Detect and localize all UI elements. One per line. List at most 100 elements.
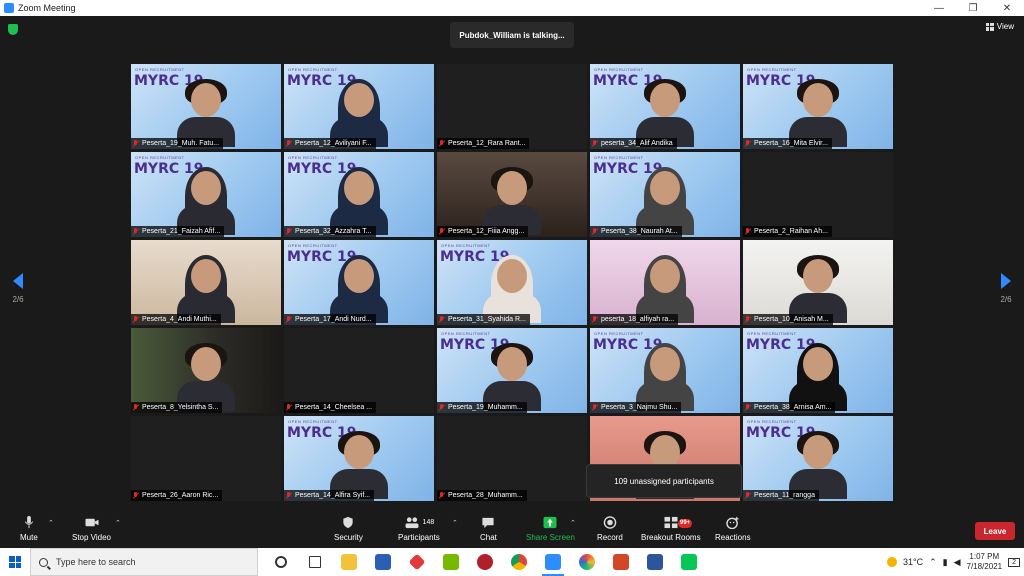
encryption-shield-icon[interactable] xyxy=(8,24,18,35)
chrome-icon[interactable] xyxy=(502,548,536,576)
participants-options-chevron-icon[interactable]: ⌃ xyxy=(452,519,458,527)
participant-name: Peserta_28_Muhamm... xyxy=(448,492,523,499)
leave-button[interactable]: Leave xyxy=(975,522,1015,540)
video-options-chevron-icon[interactable]: ⌃ xyxy=(115,519,121,527)
record-button[interactable]: Record xyxy=(597,516,623,542)
record-icon xyxy=(603,516,617,529)
participant-name: Peserta_19_Muhamm... xyxy=(448,404,523,411)
system-tray: 31°C ⌃ ▮ ◀ 1:07 PM 7/18/2021 2 xyxy=(886,552,1024,572)
tray-chevron-icon[interactable]: ⌃ xyxy=(929,557,937,568)
participant-video-tile[interactable]: Peserta_10_Anisah M... xyxy=(743,240,893,325)
participant-video-tile[interactable]: Peserta_32_Azzahra T... xyxy=(284,152,434,237)
participant-video-tile[interactable]: Peserta_14_Cheelsea ... xyxy=(284,328,434,413)
participant-video-tile[interactable]: Peserta_14_Alfira Syif... xyxy=(284,416,434,501)
mic-muted-icon xyxy=(286,140,292,147)
zoom-taskbar-icon[interactable] xyxy=(536,548,570,576)
participant-name: Peserta_8_Yelsintha S... xyxy=(142,404,219,411)
participant-video-tile[interactable]: Peserta_4_Andi Muthi... xyxy=(131,240,281,325)
participant-video-tile[interactable]: Peserta_38_Naurah At... xyxy=(590,152,740,237)
participant-video-tile[interactable]: Peserta_19_Muh. Fatu... xyxy=(131,64,281,149)
taskbar-apps xyxy=(264,548,706,576)
share-options-chevron-icon[interactable]: ⌃ xyxy=(570,519,576,527)
close-button[interactable]: ✕ xyxy=(990,3,1024,14)
grid-icon xyxy=(985,22,994,31)
line-icon[interactable] xyxy=(672,548,706,576)
participant-video-tile[interactable]: Peserta_38_Arnisa Am... xyxy=(743,328,893,413)
network-icon[interactable]: ▮ xyxy=(943,557,948,568)
powerpoint-icon[interactable] xyxy=(604,548,638,576)
mic-muted-icon xyxy=(745,140,751,147)
cortana-icon[interactable] xyxy=(264,548,298,576)
participant-video-tile[interactable]: Peserta_3_Najmu Shu... xyxy=(590,328,740,413)
participant-video-tile[interactable]: peserta_34_Alif Andika xyxy=(590,64,740,149)
participant-silhouette xyxy=(789,431,847,499)
participant-video-tile[interactable]: Peserta_12_Fiiia Angg... xyxy=(437,152,587,237)
security-button[interactable]: Security xyxy=(334,516,363,542)
participant-video-tile[interactable]: Peserta_8_Yelsintha S... xyxy=(131,328,281,413)
app-red-icon[interactable] xyxy=(468,548,502,576)
participant-video-tile[interactable]: Peserta_31_Syahida R... xyxy=(437,240,587,325)
zoom-app-icon xyxy=(4,3,14,13)
photos-icon[interactable] xyxy=(570,548,604,576)
volume-icon[interactable]: ◀ xyxy=(954,557,961,568)
participant-name: Peserta_31_Syahida R... xyxy=(448,316,526,323)
weather-temp[interactable]: 31°C xyxy=(903,557,923,567)
start-button[interactable] xyxy=(0,548,30,576)
record-label: Record xyxy=(597,533,623,542)
video-camera-icon xyxy=(85,518,98,527)
participant-video-tile[interactable]: peserta_18_alfiyah ra... xyxy=(590,240,740,325)
participant-video-tile[interactable]: Peserta_2_Raihan Ah... xyxy=(743,152,893,237)
stop-video-button[interactable]: Stop Video xyxy=(72,516,111,542)
participant-video-tile[interactable]: Peserta_26_Aaron Ric... xyxy=(131,416,281,501)
view-button[interactable]: View xyxy=(985,22,1014,31)
xmind-icon[interactable] xyxy=(400,548,434,576)
window-titlebar: Zoom Meeting — ❐ ✕ xyxy=(0,0,1024,16)
mic-muted-icon xyxy=(286,316,292,323)
taskbar-search-box[interactable]: Type here to search xyxy=(30,548,258,576)
notifications-icon[interactable]: 2 xyxy=(1008,557,1020,567)
mic-muted-icon xyxy=(592,140,598,147)
breakout-rooms-button[interactable]: Breakout Rooms xyxy=(641,516,701,542)
participant-name: Peserta_26_Aaron Ric... xyxy=(142,492,219,499)
maximize-button[interactable]: ❐ xyxy=(956,3,990,14)
word-icon[interactable] xyxy=(638,548,672,576)
participants-button[interactable]: 148 Participants xyxy=(398,516,440,542)
minimize-button[interactable]: — xyxy=(922,3,956,14)
mute-button[interactable]: Mute xyxy=(20,516,38,542)
nvidia-icon[interactable] xyxy=(434,548,468,576)
participant-name: Peserta_12_Rara Rant... xyxy=(448,140,526,147)
weather-icon xyxy=(886,557,897,567)
mute-options-chevron-icon[interactable]: ⌃ xyxy=(48,519,54,527)
participant-video-tile[interactable]: Peserta_28_Muhamm... xyxy=(437,416,587,501)
participant-nameplate: Peserta_12_Aviliyani F... xyxy=(284,138,376,149)
participant-video-tile[interactable]: Peserta_11_rangga xyxy=(743,416,893,501)
meeting-toolbar: Mute ⌃ Stop Video ⌃ Security 148 Partici… xyxy=(0,514,1024,548)
mic-muted-icon xyxy=(439,492,445,499)
unassigned-participants-popup[interactable]: 109 unassigned participants xyxy=(586,464,742,498)
participant-name: Peserta_14_Cheelsea ... xyxy=(295,404,373,411)
next-page-button[interactable]: 2/6 xyxy=(999,273,1013,304)
participant-video-tile[interactable]: Peserta_12_Rara Rant... xyxy=(437,64,587,149)
participant-video-tile[interactable]: Peserta_21_Faizah Afif... xyxy=(131,152,281,237)
participant-video-tile[interactable]: Peserta_19_Muhamm... xyxy=(437,328,587,413)
taskbar-clock[interactable]: 1:07 PM 7/18/2021 xyxy=(967,552,1003,572)
participant-video-tile[interactable]: Peserta_16_Mita Elvir... xyxy=(743,64,893,149)
reactions-button[interactable]: Reactions xyxy=(715,516,751,542)
video-background xyxy=(131,416,281,501)
file-explorer-icon[interactable] xyxy=(332,548,366,576)
share-screen-button[interactable]: Share Screen xyxy=(526,516,575,542)
page-indicator-left: 2/6 xyxy=(12,295,24,304)
security-label: Security xyxy=(334,533,363,542)
participant-nameplate: Peserta_38_Arnisa Am... xyxy=(743,402,836,413)
previous-page-button[interactable]: 2/6 xyxy=(11,273,25,304)
chat-button[interactable]: Chat xyxy=(480,516,497,542)
task-view-icon[interactable] xyxy=(298,548,332,576)
reactions-label: Reactions xyxy=(715,533,751,542)
vscode-icon[interactable] xyxy=(366,548,400,576)
participant-video-tile[interactable]: Peserta_12_Aviliyani F... xyxy=(284,64,434,149)
participant-nameplate: Peserta_14_Cheelsea ... xyxy=(284,402,377,413)
participant-video-tile[interactable]: Peserta_17_Andi Nurd... xyxy=(284,240,434,325)
participant-nameplate: Peserta_32_Azzahra T... xyxy=(284,226,376,237)
breakout-rooms-icon xyxy=(664,516,678,529)
participants-label: Participants xyxy=(398,533,440,542)
